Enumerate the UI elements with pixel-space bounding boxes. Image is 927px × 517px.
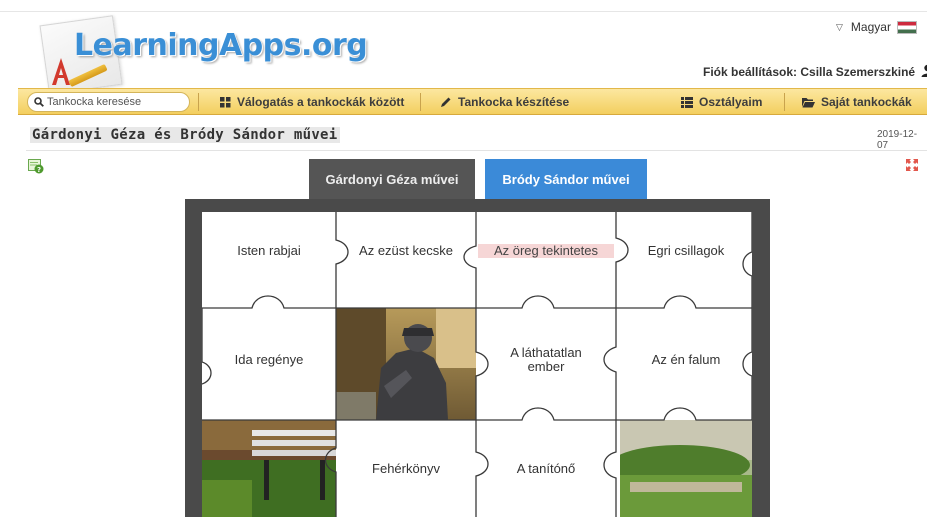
fullscreen-icon[interactable] (906, 159, 918, 171)
nav-browse-apps-label: Válogatás a tankockák között (237, 95, 405, 109)
hungarian-flag-icon (896, 20, 917, 34)
nav-my-classes[interactable]: Osztályaim (681, 89, 762, 115)
tab-gardonyi[interactable]: Gárdonyi Géza művei (309, 159, 475, 199)
nav-create-app[interactable]: Tankocka készítése (440, 89, 569, 115)
puzzle-area: Isten rabjai Az ezüst kecske Az öreg tek… (202, 212, 752, 517)
puzzle-piece[interactable]: Fehérkönyv (336, 462, 476, 476)
nav-separator (420, 93, 421, 111)
nav-browse-apps[interactable]: Válogatás a tankockák között (220, 89, 404, 115)
search-icon (34, 97, 44, 107)
search-box[interactable] (27, 92, 190, 112)
nav-separator (198, 93, 199, 111)
puzzle-piece[interactable]: Ida regénye (202, 353, 339, 367)
puzzle-piece-highlighted[interactable]: Az öreg tekintetes (478, 244, 614, 258)
puzzle-piece[interactable]: Az ezüst kecske (336, 244, 476, 258)
list-icon (681, 96, 693, 108)
learningapps-logo[interactable]: LearningApps.org (28, 12, 368, 95)
nav-separator (784, 93, 785, 111)
puzzle-piece[interactable]: Egri csillagok (616, 244, 752, 258)
logo-text: LearningApps.org (74, 28, 368, 63)
publish-date: 2019-12-07 (877, 129, 918, 151)
user-icon (921, 64, 927, 80)
page-title: Gárdonyi Géza és Bródy Sándor művei (30, 127, 340, 143)
pencil-icon (441, 97, 451, 107)
puzzle-piece[interactable]: A tanítónő (476, 462, 616, 476)
folder-icon (802, 97, 815, 107)
grid-icon (220, 96, 231, 107)
nav-create-app-label: Tankocka készítése (458, 95, 570, 109)
main-navbar: Válogatás a tankockák között Tankocka ké… (18, 88, 927, 115)
dropdown-arrow-icon: ▽ (836, 21, 843, 32)
help-icon[interactable]: ? (28, 158, 44, 174)
account-label: Fiók beállítások: Csilla Szemerszkiné (703, 65, 916, 79)
nav-my-apps-label: Saját tankockák (821, 95, 912, 109)
title-divider (26, 150, 927, 151)
search-input[interactable] (47, 96, 177, 108)
tab-brody[interactable]: Bródy Sándor művei (485, 159, 647, 199)
language-label: Magyar (850, 20, 891, 34)
puzzle-piece[interactable]: Az én falum (616, 353, 752, 367)
svg-text:?: ? (37, 166, 41, 174)
puzzle-piece[interactable]: A láthatatlan ember (496, 346, 596, 374)
account-settings-link[interactable]: Fiók beállítások: Csilla Szemerszkiné (703, 64, 927, 80)
language-selector[interactable]: ▽ Magyar (836, 20, 917, 34)
nav-my-classes-label: Osztályaim (699, 95, 763, 109)
nav-my-apps[interactable]: Saját tankockák (802, 89, 912, 115)
puzzle-piece[interactable]: Isten rabjai (202, 244, 339, 258)
